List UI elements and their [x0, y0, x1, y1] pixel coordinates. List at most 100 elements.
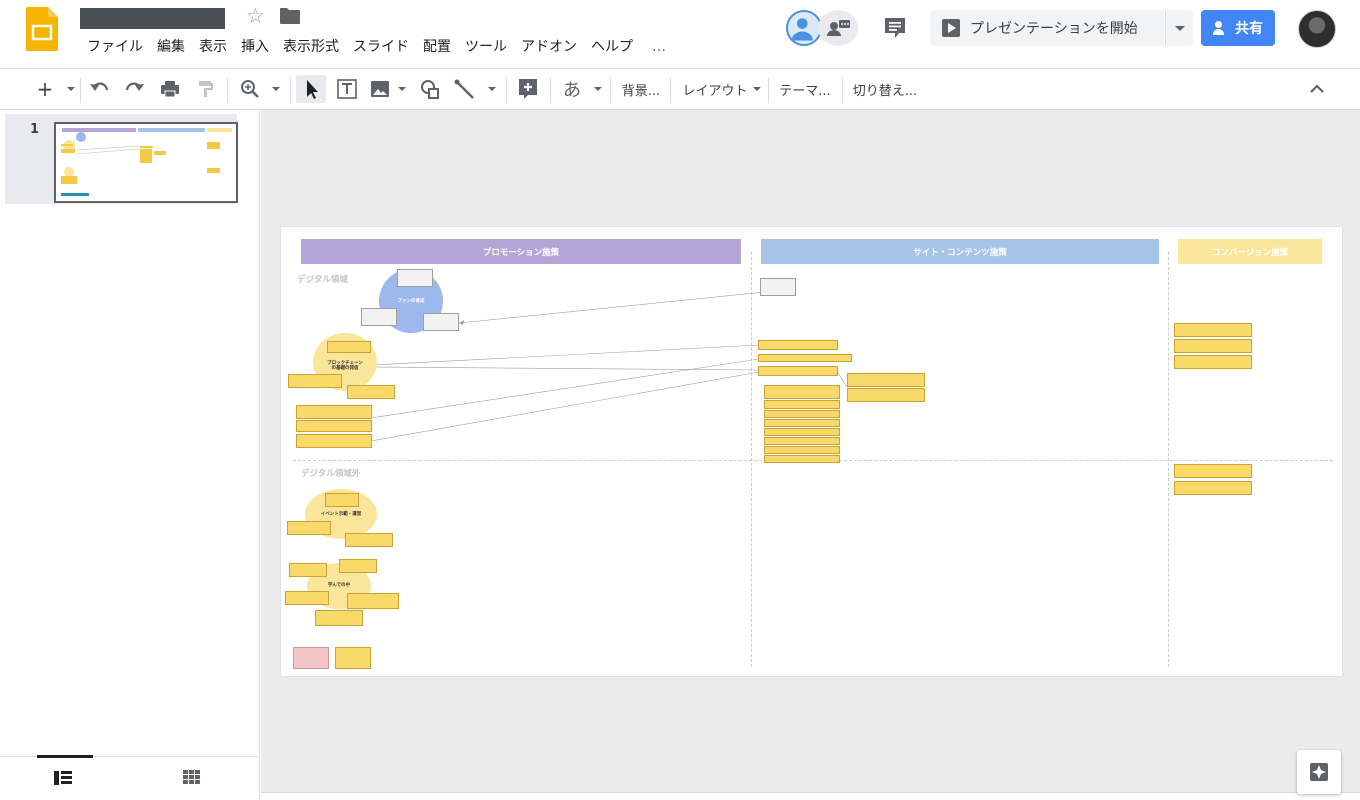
- app-header: ☆ ファイル 編集 表示 挿入 表示形式 スライド 配置 ツール アドオン ヘル…: [0, 0, 1360, 68]
- grid-view-icon[interactable]: [183, 770, 200, 785]
- sticky-note[interactable]: [347, 385, 395, 399]
- zoom-icon[interactable]: [238, 75, 264, 103]
- sticky-note[interactable]: [325, 493, 359, 507]
- input-tools-dropdown[interactable]: [588, 75, 604, 103]
- present-play-icon: [942, 19, 960, 37]
- sticky-note[interactable]: [764, 419, 840, 427]
- sticky-note[interactable]: [847, 373, 925, 387]
- sticky-note[interactable]: [1174, 464, 1252, 478]
- sticky-note[interactable]: [296, 405, 372, 419]
- event-circle-label: イベント示範・運営: [320, 512, 362, 517]
- sticky-note[interactable]: [758, 354, 852, 362]
- grey-sticky-note[interactable]: [760, 278, 796, 296]
- undo-icon[interactable]: [88, 75, 112, 103]
- input-tools-button[interactable]: あ: [558, 75, 586, 103]
- menu-edit[interactable]: 編集: [150, 36, 192, 58]
- star-icon[interactable]: ☆: [246, 4, 265, 28]
- menu-view[interactable]: 表示: [192, 36, 234, 58]
- print-icon[interactable]: [158, 75, 182, 103]
- sticky-note[interactable]: [1174, 339, 1252, 353]
- collaborator-chat-icon[interactable]: [818, 10, 858, 46]
- sticky-note[interactable]: [764, 385, 840, 399]
- sticky-note[interactable]: [764, 428, 840, 436]
- redo-icon[interactable]: [122, 75, 146, 103]
- anonymous-user-avatar[interactable]: [786, 10, 822, 46]
- sticky-note[interactable]: [345, 533, 393, 547]
- slide-canvas: プロモーション施策 サイト・コンテンツ施策 コンバージョン施策 デジタル領域 デ…: [261, 110, 1360, 800]
- user-avatar[interactable]: [1298, 10, 1336, 48]
- sticky-note[interactable]: [764, 455, 840, 463]
- image-icon[interactable]: [368, 75, 392, 103]
- sticky-note[interactable]: [764, 410, 840, 418]
- grey-sticky-note[interactable]: [397, 269, 433, 287]
- share-button[interactable]: 共有: [1201, 10, 1275, 46]
- active-view-indicator: [37, 755, 93, 758]
- collapse-toolbar-chevron-up-icon[interactable]: [1304, 75, 1330, 103]
- menu-arrange[interactable]: 配置: [416, 36, 458, 58]
- folder-icon[interactable]: [280, 8, 300, 24]
- sticky-note[interactable]: [764, 446, 840, 454]
- toolbar-divider: [842, 77, 843, 103]
- sticky-note[interactable]: [287, 521, 331, 535]
- share-label: 共有: [1235, 21, 1263, 37]
- line-dropdown[interactable]: [482, 75, 498, 103]
- add-comment-icon[interactable]: [514, 75, 542, 103]
- document-title[interactable]: [80, 8, 225, 29]
- sticky-note[interactable]: [339, 559, 377, 573]
- text-box-icon[interactable]: [334, 75, 360, 103]
- comment-icon[interactable]: [880, 13, 910, 43]
- sticky-note[interactable]: [847, 388, 925, 402]
- menu-format[interactable]: 表示形式: [276, 36, 346, 58]
- select-cursor-icon[interactable]: [296, 75, 326, 103]
- sticky-note[interactable]: [764, 400, 840, 409]
- sticky-note[interactable]: [1174, 323, 1252, 337]
- sticky-note[interactable]: [296, 434, 372, 448]
- grey-sticky-note[interactable]: [423, 313, 459, 331]
- sticky-note[interactable]: [764, 437, 840, 445]
- sticky-note[interactable]: [288, 374, 342, 388]
- image-dropdown[interactable]: [393, 75, 407, 103]
- slide-page[interactable]: プロモーション施策 サイト・コンテンツ施策 コンバージョン施策 デジタル領域 デ…: [281, 227, 1342, 676]
- menu-insert[interactable]: 挿入: [234, 36, 276, 58]
- sticky-note[interactable]: [296, 420, 372, 432]
- new-slide-icon[interactable]: +: [30, 75, 60, 103]
- menu-addons[interactable]: アドオン: [514, 36, 584, 58]
- menu-help[interactable]: ヘルプ: [584, 36, 640, 58]
- sticky-note[interactable]: [285, 591, 329, 605]
- menu-slide[interactable]: スライド: [346, 36, 416, 58]
- toolbar: + あ 背景... レイアウト テーマ... 切り替え...: [0, 68, 1360, 110]
- filmstrip-slide-item[interactable]: 1: [5, 114, 238, 204]
- transition-button[interactable]: 切り替え...: [850, 75, 920, 103]
- explore-button[interactable]: [1297, 750, 1341, 794]
- paint-format-icon[interactable]: [194, 75, 218, 103]
- grey-sticky-note[interactable]: [361, 308, 397, 326]
- sticky-note[interactable]: [327, 341, 371, 353]
- new-slide-layout-dropdown[interactable]: [60, 75, 78, 103]
- theme-button[interactable]: テーマ...: [776, 75, 834, 103]
- background-button[interactable]: 背景...: [618, 75, 664, 103]
- sticky-note[interactable]: [347, 593, 399, 609]
- filmstrip-view-icon[interactable]: [54, 771, 72, 785]
- menu-tools[interactable]: ツール: [458, 36, 514, 58]
- sticky-note[interactable]: [758, 340, 838, 350]
- slide-thumbnail[interactable]: [54, 122, 238, 203]
- sticky-note[interactable]: [1174, 355, 1252, 369]
- line-icon[interactable]: [452, 75, 478, 103]
- menu-bar: ファイル 編集 表示 挿入 表示形式 スライド 配置 ツール アドオン ヘルプ …: [80, 36, 674, 58]
- layout-dropdown[interactable]: [750, 75, 761, 103]
- menu-more[interactable]: …: [640, 36, 674, 58]
- present-options-dropdown[interactable]: [1165, 10, 1193, 46]
- shape-icon[interactable]: [418, 75, 442, 103]
- legend-chip-yellow[interactable]: [335, 647, 371, 669]
- layout-button[interactable]: レイアウト: [680, 75, 750, 103]
- present-button[interactable]: プレゼンテーションを開始: [930, 10, 1164, 46]
- legend-chip-red[interactable]: [293, 647, 329, 669]
- menu-file[interactable]: ファイル: [80, 36, 150, 58]
- sticky-note[interactable]: [289, 563, 327, 577]
- sticky-note[interactable]: [758, 366, 838, 376]
- zoom-dropdown[interactable]: [266, 75, 282, 103]
- slides-logo-icon[interactable]: [26, 7, 58, 51]
- speaker-notes-handle[interactable]: [261, 792, 1360, 800]
- sticky-note[interactable]: [1174, 481, 1252, 495]
- sticky-note[interactable]: [315, 610, 363, 626]
